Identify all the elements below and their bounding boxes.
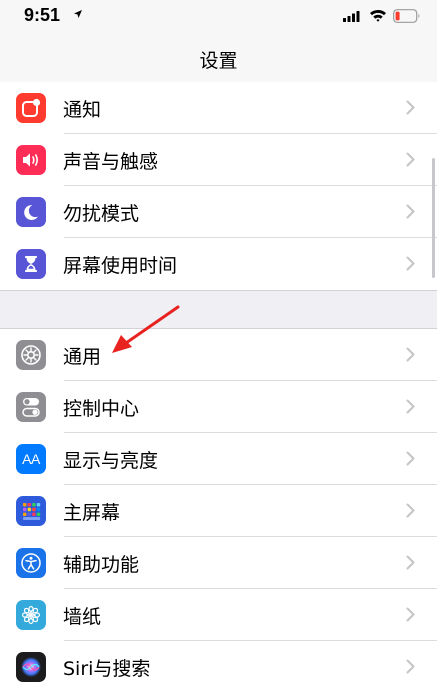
hourglass-icon [16,249,46,279]
settings-row-label: 主屏幕 [63,502,121,524]
settings-row-home-screen[interactable]: 主屏幕 [0,485,437,537]
settings-row-label: 显示与亮度 [63,450,159,472]
settings-row-display[interactable]: AA 显示与亮度 [0,433,437,485]
sound-icon [16,145,46,175]
settings-row-accessibility[interactable]: 辅助功能 [0,537,437,589]
settings-row-label: 屏幕使用时间 [63,255,178,277]
text-size-icon: AA [16,444,46,474]
location-arrow-icon [74,10,82,18]
settings-group-2: 通用 控制中心 AA 显示与亮度 主屏幕 辅助功能 墙纸 Siri与搜索 [0,328,437,690]
chevron-right-icon [406,659,415,674]
accessibility-icon [16,548,46,578]
siri-icon [16,652,46,682]
page-title: 设置 [199,50,238,72]
gear-icon [16,340,46,370]
settings-row-label: Siri与搜索 [63,658,151,680]
chevron-right-icon [406,555,415,570]
settings-row-label: 通用 [63,346,102,368]
chevron-right-icon [406,451,415,466]
settings-row-siri[interactable]: Siri与搜索 [0,641,437,690]
home-grid-icon [16,496,46,526]
settings-screen: 9:51 设置 通知 声音与触感 勿扰模式 屏幕使用时间 通用 控制中心 AA … [0,0,437,690]
chevron-right-icon [406,347,415,362]
chevron-right-icon [406,256,415,271]
settings-group-1: 通知 声音与触感 勿扰模式 屏幕使用时间 [0,82,437,291]
navigation-bar: 设置 [0,34,437,83]
chevron-right-icon [406,607,415,622]
text-size-glyph: AA [22,451,40,467]
chevron-right-icon [406,152,415,167]
settings-row-label: 墙纸 [63,606,102,628]
scroll-indicator[interactable] [432,158,435,278]
settings-row-sounds[interactable]: 声音与触感 [0,134,437,186]
settings-row-control-center[interactable]: 控制中心 [0,381,437,433]
settings-row-do-not-disturb[interactable]: 勿扰模式 [0,186,437,238]
wifi-icon [370,9,386,22]
settings-row-wallpaper[interactable]: 墙纸 [0,589,437,641]
flower-icon [16,600,46,630]
settings-row-label: 声音与触感 [63,151,159,173]
settings-row-general[interactable]: 通用 [0,329,437,381]
red-arrow-icon [112,305,180,353]
chevron-right-icon [406,100,415,115]
battery-icon [393,9,420,23]
settings-row-label: 通知 [63,99,102,121]
chevron-right-icon [406,503,415,518]
status-time: 9:51 [24,5,61,25]
settings-row-label: 勿扰模式 [63,203,140,225]
notifications-icon [16,93,46,123]
settings-row-screen-time[interactable]: 屏幕使用时间 [0,238,437,290]
chevron-right-icon [406,204,415,219]
settings-row-label: 辅助功能 [63,554,140,576]
settings-row-notifications[interactable]: 通知 [0,82,437,134]
status-bar: 9:51 [0,0,437,34]
cellular-signal-icon [343,11,360,22]
settings-row-label: 控制中心 [63,398,140,420]
moon-icon [16,197,46,227]
toggles-icon [16,392,46,422]
chevron-right-icon [406,399,415,414]
